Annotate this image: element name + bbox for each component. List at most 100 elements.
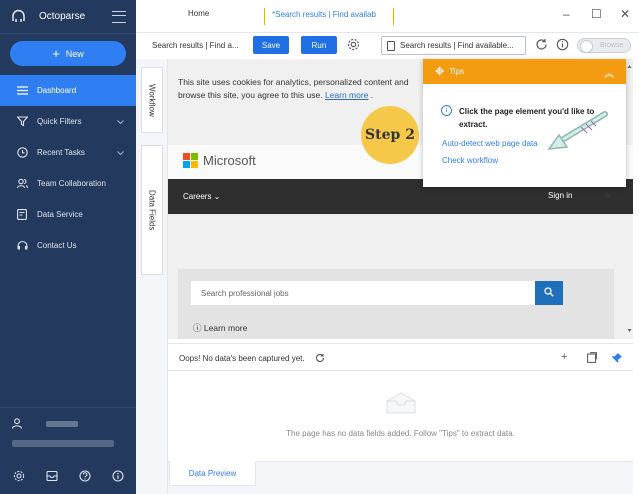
sign-in-link[interactable]: Sign in — [548, 191, 572, 200]
sidebar-item-label: Data Service — [37, 210, 83, 219]
job-search-box: Search professional jobs ⓘ Learn more — [178, 269, 614, 339]
app-name: Octoparse — [39, 11, 86, 22]
sidebar-item-data-service[interactable]: Data Service — [0, 199, 136, 230]
data-panel-body: The page has no data fields added. Follo… — [168, 371, 633, 461]
headset-icon — [16, 240, 28, 252]
learn-more-link[interactable]: Learn more — [325, 90, 368, 100]
sidebar-item-team-collaboration[interactable]: Team Collaboration — [0, 168, 136, 199]
info-icon[interactable] — [556, 38, 569, 53]
filter-icon — [16, 116, 28, 128]
url-bar[interactable]: Search results | Find available... — [381, 36, 526, 55]
new-button-label: New — [65, 48, 84, 59]
refresh-icon[interactable] — [315, 353, 325, 363]
pointer-arrow-icon — [547, 111, 608, 150]
sidebar-item-label: Quick Filters — [37, 117, 82, 126]
tab-bar: Home *Search results | Find availab – ☐ … — [136, 0, 639, 33]
octoparse-logo-icon — [10, 8, 27, 25]
add-field-icon[interactable]: + — [561, 351, 567, 363]
tips-header[interactable]: ✥ Tips ︽ — [423, 59, 626, 84]
sidebar-item-quick-filters[interactable]: Quick Filters — [0, 106, 136, 137]
collapse-up-icon[interactable]: ︽ — [604, 65, 614, 80]
email-redacted — [12, 440, 114, 447]
sidebar-divider — [0, 407, 136, 408]
cookie-text: This site uses cookies for analytics, pe… — [178, 77, 409, 87]
url-text: Search results | Find available... — [400, 41, 514, 50]
sidebar-item-label: Recent Tasks — [37, 148, 85, 157]
task-name[interactable]: Search results | Find a... — [152, 41, 239, 50]
careers-menu[interactable]: Careers ⌄ — [183, 192, 220, 201]
page-icon — [387, 40, 395, 51]
search-button[interactable] — [535, 281, 563, 305]
browse-mode-toggle[interactable]: Browse — [577, 38, 631, 53]
star-icon[interactable]: ☆ — [604, 191, 611, 200]
gear-icon[interactable] — [347, 38, 360, 53]
tab-data-fields[interactable]: Data Fields — [141, 145, 163, 275]
sidebar-nav: Dashboard Quick Filters Recent Tasks Tea… — [0, 75, 136, 261]
dashboard-icon — [16, 85, 28, 97]
info-icon: i — [441, 105, 452, 116]
browse-toggle-label: Browse — [600, 42, 624, 49]
pin-icon[interactable] — [612, 352, 623, 366]
data-panel-header: Oops! No data's been captured yet. + — [168, 343, 633, 371]
new-task-button[interactable]: + New — [10, 41, 126, 66]
settings-icon[interactable] — [12, 469, 25, 482]
search-icon — [544, 287, 554, 299]
close-icon[interactable]: ✕ — [620, 7, 630, 21]
tab-task-active[interactable]: *Search results | Find availab — [264, 8, 394, 25]
learn-more-label: Learn more — [203, 323, 248, 333]
help-icon[interactable] — [78, 469, 91, 482]
workflow-label: Workflow — [147, 83, 157, 117]
microsoft-logo-icon — [183, 153, 198, 168]
no-data-message: Oops! No data's been captured yet. — [179, 353, 325, 363]
collapse-menu-icon[interactable] — [112, 10, 126, 23]
tab-home[interactable]: Home — [188, 9, 209, 18]
move-icon: ✥ — [435, 66, 445, 78]
tips-panel: ✥ Tips ︽ i Click the page element you'd … — [423, 59, 626, 187]
username-redacted — [46, 421, 78, 427]
no-data-text: Oops! No data's been captured yet. — [179, 354, 305, 363]
tips-title: Tips — [449, 67, 465, 76]
sidebar-bottom-icons — [12, 469, 124, 482]
plus-icon: + — [52, 46, 60, 61]
check-workflow-link[interactable]: Check workflow — [442, 156, 498, 165]
clock-icon — [16, 147, 28, 159]
data-preview-panel: Oops! No data's been captured yet. + The… — [168, 343, 633, 494]
info-small-icon: ⓘ — [193, 323, 202, 333]
tab-workflow[interactable]: Workflow — [141, 67, 163, 133]
auto-detect-link[interactable]: Auto-detect web page data — [442, 139, 538, 148]
data-fields-label: Data Fields — [147, 189, 157, 231]
user-icon — [11, 418, 23, 431]
tab-data-preview[interactable]: Data Preview — [169, 461, 256, 486]
careers-label: Careers — [183, 192, 212, 201]
sidebar-item-label: Contact Us — [37, 241, 77, 250]
sidebar-item-label: Dashboard — [37, 86, 77, 95]
chevron-down-icon — [117, 149, 124, 158]
task-toolbar: Search results | Find a... Save Run Sear… — [136, 33, 639, 59]
job-search-input[interactable]: Search professional jobs — [191, 281, 535, 305]
sidebar: Octoparse + New Dashboard Quick Filters … — [0, 0, 136, 494]
microsoft-logo[interactable]: Microsoft — [183, 153, 256, 168]
browser-scrollbar[interactable] — [626, 59, 633, 339]
sidebar-item-contact-us[interactable]: Contact Us — [0, 230, 136, 261]
logo-text: Microsoft — [203, 153, 256, 168]
sidebar-item-dashboard[interactable]: Dashboard — [0, 75, 136, 106]
info-icon[interactable] — [111, 469, 124, 482]
team-icon — [16, 178, 28, 190]
sidebar-header: Octoparse — [0, 0, 136, 34]
minimize-icon[interactable]: – — [563, 7, 570, 21]
sidebar-item-recent-tasks[interactable]: Recent Tasks — [0, 137, 136, 168]
run-button[interactable]: Run — [301, 36, 337, 54]
step-badge: Step 2 — [361, 106, 419, 164]
empty-box-icon — [386, 392, 416, 414]
refresh-icon[interactable] — [535, 38, 548, 53]
export-icon[interactable] — [587, 352, 597, 366]
sidebar-item-label: Team Collaboration — [37, 179, 106, 188]
learn-more-row[interactable]: ⓘ Learn more — [193, 322, 247, 334]
chevron-down-icon — [117, 118, 124, 127]
save-button[interactable]: Save — [253, 36, 289, 54]
empty-state-text: The page has no data fields added. Follo… — [286, 429, 515, 438]
maximize-icon[interactable]: ☐ — [591, 7, 602, 21]
inbox-icon[interactable] — [45, 469, 58, 482]
data-service-icon — [16, 209, 28, 221]
cookie-text-2: browse this site, you agree to this use. — [178, 90, 323, 100]
